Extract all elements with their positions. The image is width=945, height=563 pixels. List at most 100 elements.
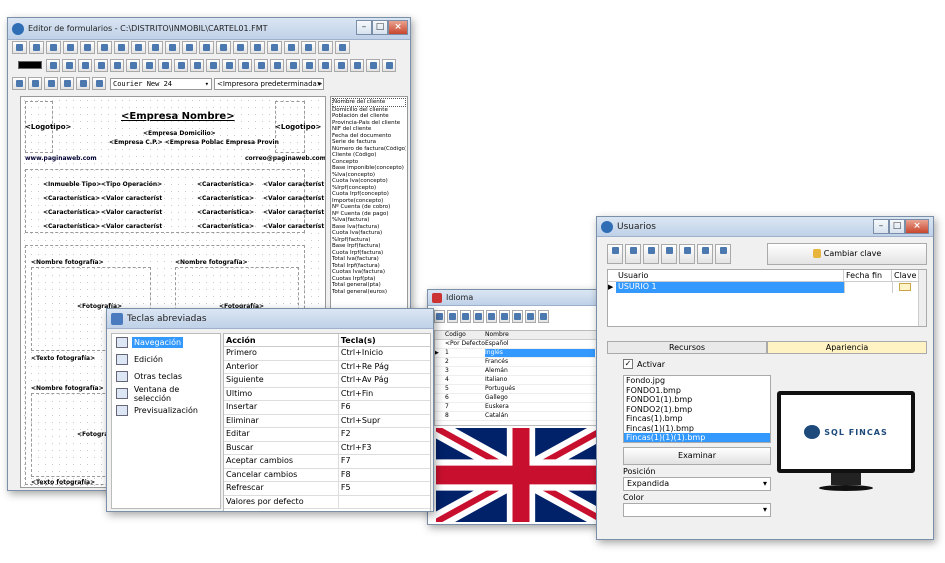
list-item[interactable]: Fincas(1).bmp	[624, 414, 770, 424]
col-nombre[interactable]: Nombre	[485, 331, 595, 339]
list-item[interactable]: FONDO1(1).bmp	[624, 395, 770, 405]
toolbar-button-6[interactable]	[97, 41, 112, 54]
table-row[interactable]: Editar F2	[224, 428, 430, 442]
photo-text-field-2[interactable]: <Texto fotografía>	[31, 479, 95, 486]
toolbar-button-18[interactable]	[301, 41, 316, 54]
up-button[interactable]	[512, 310, 523, 323]
list-item[interactable]: Fincas(1)(1)(1).bmp	[624, 433, 770, 442]
feature-field[interactable]: <Característica>	[43, 223, 100, 230]
background-file-list[interactable]: Fondo.jpg FONDO1.bmp FONDO1(1).bmp FONDO2(1…	[623, 375, 771, 443]
toolbar-button-18[interactable]	[318, 59, 332, 72]
toolbar-button-9[interactable]	[148, 41, 163, 54]
list-item[interactable]: FONDO2(1).bmp	[624, 405, 770, 415]
vertical-scrollbar[interactable]	[918, 270, 926, 326]
toolbar-button-3[interactable]	[78, 59, 92, 72]
toolbar-button-15[interactable]	[250, 41, 265, 54]
toolbar-button-12[interactable]	[199, 41, 214, 54]
photo-text-field[interactable]: <Texto fotografía>	[31, 355, 95, 362]
feature-field[interactable]: <Inmueble Tipo>	[43, 181, 101, 188]
toolbar-button-10[interactable]	[165, 41, 180, 54]
toolbar-button-1[interactable]	[12, 41, 27, 54]
toolbar-button-5[interactable]	[110, 59, 124, 72]
delete-button[interactable]	[697, 244, 713, 264]
feature-field[interactable]: <Valor característ	[101, 195, 162, 202]
sidebar-item-3[interactable]: Otras teclas	[112, 368, 220, 385]
toolbar-button-9[interactable]	[174, 59, 188, 72]
table-row[interactable]: 6 Gallego	[435, 394, 605, 403]
toolbar-button-21[interactable]	[366, 59, 380, 72]
list-item[interactable]: Fondo.jpg	[624, 376, 770, 386]
first-button[interactable]	[434, 310, 445, 323]
table-row[interactable]: Aceptar cambios F7	[224, 455, 430, 469]
photo-name-field-2[interactable]: <Nombre fotografía>	[175, 259, 248, 266]
toolbar-button-19[interactable]	[334, 59, 348, 72]
table-row[interactable]: Cancelar cambios F8	[224, 468, 430, 482]
prev-button[interactable]	[447, 310, 458, 323]
first-button[interactable]	[607, 244, 623, 264]
toolbar-button-2[interactable]	[29, 41, 44, 54]
table-row[interactable]: Refrescar F5	[224, 482, 430, 496]
toolbar-button-4[interactable]	[94, 59, 108, 72]
toolbar-button-5[interactable]	[80, 41, 95, 54]
toolbar-button-4[interactable]	[60, 77, 74, 90]
toolbar-button-5[interactable]	[76, 77, 90, 90]
maximize-button[interactable]: □	[889, 219, 905, 234]
feature-field[interactable]: <Valor característ	[263, 223, 324, 230]
feature-field[interactable]: <Valor característ	[263, 195, 324, 202]
table-row[interactable]: 2 Francés	[435, 358, 605, 367]
company-address-field[interactable]: <Empresa Domicilio>	[143, 130, 216, 137]
toolbar-button-2[interactable]	[28, 77, 42, 90]
company-name-field[interactable]: <Empresa Nombre>	[121, 111, 235, 122]
feature-field[interactable]: <Valor característ	[101, 209, 162, 216]
toolbar-button-6[interactable]	[92, 77, 106, 90]
activar-checkbox[interactable]: ✓	[623, 359, 633, 369]
next-button[interactable]	[643, 244, 659, 264]
table-row[interactable]: Eliminar Ctrl+Supr	[224, 414, 430, 428]
toolbar-button-1[interactable]	[46, 59, 60, 72]
idioma-grid[interactable]: Codigo Nombre <Por Defecto>Español▶1Ingl…	[434, 330, 606, 426]
sidebar-item-4[interactable]: Ventana de selección	[112, 385, 220, 403]
toolbar-button-16[interactable]	[267, 41, 282, 54]
toolbar-button-7[interactable]	[114, 41, 129, 54]
add-button[interactable]	[486, 310, 497, 323]
photo-name-field[interactable]: <Nombre fotografía>	[31, 259, 104, 266]
table-row[interactable]: Valores por defecto	[224, 495, 430, 509]
toolbar-button-12[interactable]	[222, 59, 236, 72]
col-fecha-fin[interactable]: Fecha fin	[844, 270, 892, 281]
sidebar-item-2[interactable]: Edición	[112, 351, 220, 368]
feature-field[interactable]: <Característica>	[43, 195, 100, 202]
list-item[interactable]: Total general(euros)	[332, 289, 406, 296]
feature-field[interactable]: <Valor característ	[101, 223, 162, 230]
last-button[interactable]	[473, 310, 484, 323]
table-row[interactable]: ▶ 1 Inglés	[435, 349, 605, 358]
feature-field[interactable]: <Característica>	[197, 195, 254, 202]
toolbar-button-15[interactable]	[270, 59, 284, 72]
color-swatch-black[interactable]	[18, 61, 42, 69]
table-row[interactable]: 8 Catalán	[435, 412, 605, 421]
toolbar-button-22[interactable]	[382, 59, 396, 72]
table-row[interactable]: <Por Defecto>Español	[435, 340, 605, 349]
toolbar-button-16[interactable]	[286, 59, 300, 72]
close-button[interactable]: ×	[388, 20, 408, 35]
toolbar-button-17[interactable]	[302, 59, 316, 72]
list-item[interactable]: Base imponible(concepto)	[332, 165, 406, 172]
sidebar-item-1[interactable]: Navegación	[112, 334, 220, 351]
toolbar-button-10[interactable]	[190, 59, 204, 72]
toolbar-button-11[interactable]	[206, 59, 220, 72]
table-row[interactable]: Anterior Ctrl+Re Pág	[224, 360, 430, 374]
color-select[interactable]: ▾	[623, 503, 771, 517]
examinar-button[interactable]: Examinar	[623, 447, 771, 465]
feature-field[interactable]: <Valor característ	[263, 209, 324, 216]
feature-field[interactable]: <Valor característ	[263, 181, 324, 188]
toolbar-button-20[interactable]	[335, 41, 350, 54]
minimize-button[interactable]: –	[873, 219, 889, 234]
last-button[interactable]	[661, 244, 677, 264]
toolbar-button-13[interactable]	[238, 59, 252, 72]
toolbar-button-7[interactable]	[142, 59, 156, 72]
table-row[interactable]: 5 Portugués	[435, 385, 605, 394]
list-item[interactable]: FONDO1.bmp	[624, 386, 770, 396]
add-button[interactable]	[679, 244, 695, 264]
prev-button[interactable]	[625, 244, 641, 264]
feature-field[interactable]: <Tipo Operación>	[101, 181, 162, 188]
up-button[interactable]	[715, 244, 731, 264]
